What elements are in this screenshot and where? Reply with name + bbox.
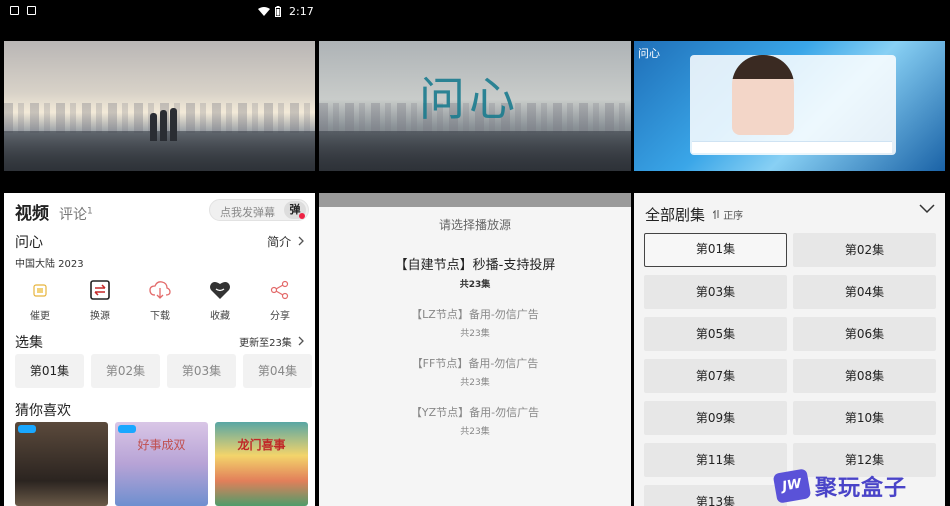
recommend-title: 猜你喜欢 xyxy=(15,403,71,419)
remind-update-icon xyxy=(33,284,47,297)
video-player-2[interactable]: 问心 xyxy=(319,41,631,171)
video-player-1[interactable] xyxy=(4,41,315,171)
episode-chip[interactable]: 第03集 xyxy=(167,354,236,388)
source-option[interactable]: 【FF节点】备用-勿信广告 共23集 xyxy=(319,355,631,388)
tab-video[interactable]: 视频 xyxy=(15,199,49,224)
ad-portrait xyxy=(732,55,794,135)
watermark: JW 聚玩盒子 xyxy=(772,468,908,504)
tab-comment[interactable]: 评论1 xyxy=(59,204,93,224)
watermark-logo-icon: JW xyxy=(772,468,812,504)
all-episodes-panel: 全部剧集 正序 第01集 第02集 第03集 第04集 第05集 第06集 第0… xyxy=(634,193,945,506)
switch-source-button[interactable]: 换源 xyxy=(75,279,125,322)
poster-badge xyxy=(118,425,136,433)
episode-cell[interactable]: 第08集 xyxy=(793,359,936,393)
ad-caption-strip xyxy=(692,141,892,153)
danmu-input[interactable]: 点我发弹幕 弹 xyxy=(209,199,309,221)
episode-cell[interactable]: 第05集 xyxy=(644,317,787,351)
sort-icon xyxy=(712,209,719,219)
dimmed-header xyxy=(319,193,631,207)
notification-icons xyxy=(10,6,36,15)
episode-chip[interactable]: 第01集 xyxy=(15,354,84,388)
episodes-section-title: 选集 xyxy=(15,335,43,351)
favorite-heart-icon xyxy=(210,282,230,299)
source-picker-sheet: 请选择播放源 【自建节点】秒播-支持投屏 共23集 【LZ节点】备用-勿信广告 … xyxy=(319,193,631,506)
collapse-chevron-icon[interactable] xyxy=(919,204,935,214)
battery-icon xyxy=(275,6,281,17)
episode-cell[interactable]: 第01集 xyxy=(644,233,787,267)
switch-source-icon xyxy=(90,280,110,300)
download-icon xyxy=(149,281,171,299)
episode-cell[interactable]: 第07集 xyxy=(644,359,787,393)
source-option[interactable]: 【LZ节点】备用-勿信广告 共23集 xyxy=(319,306,631,339)
status-bar: 2:17 xyxy=(0,0,950,24)
episode-cell[interactable]: 第09集 xyxy=(644,401,787,435)
episode-cell[interactable]: 第04集 xyxy=(793,275,936,309)
source-option[interactable]: 【YZ节点】备用-勿信广告 共23集 xyxy=(319,404,631,437)
video-title: 问心 xyxy=(15,235,43,251)
app-notification-icon xyxy=(27,6,36,15)
episode-chip[interactable]: 第04集 xyxy=(243,354,312,388)
figures xyxy=(150,105,184,141)
video-player-3[interactable]: 问心 xyxy=(634,41,945,171)
download-button[interactable]: 下载 xyxy=(135,279,185,322)
source-picker-title: 请选择播放源 xyxy=(438,218,511,232)
episode-cell[interactable]: 第10集 xyxy=(793,401,936,435)
recommend-poster[interactable]: 龙门喜事 xyxy=(215,422,308,506)
episode-cell[interactable]: 第02集 xyxy=(793,233,936,267)
chevron-right-icon xyxy=(298,236,304,246)
episode-cell[interactable]: 第06集 xyxy=(793,317,936,351)
favorite-button[interactable]: 收藏 xyxy=(195,279,245,322)
wifi-icon xyxy=(258,6,270,16)
show-logo-small: 问心 xyxy=(638,47,660,60)
all-episodes-title: 全部剧集 xyxy=(645,206,706,224)
image-notification-icon xyxy=(10,6,19,15)
danmu-toggle-button[interactable]: 弹 xyxy=(284,201,306,219)
episode-cell[interactable]: 第11集 xyxy=(644,443,787,477)
watermark-text: 聚玩盒子 xyxy=(815,476,908,501)
show-logo: 问心 xyxy=(419,72,519,126)
recommend-poster[interactable]: 好事成双 xyxy=(115,422,208,506)
danmu-status-dot xyxy=(299,213,305,219)
chevron-right-icon xyxy=(298,336,304,346)
danmu-placeholder: 点我发弹幕 xyxy=(220,206,275,219)
episode-grid: 第01集 第02集 第03集 第04集 第05集 第06集 第07集 第08集 … xyxy=(644,233,936,506)
poster-badge xyxy=(18,425,36,433)
detail-panel: 视频 评论1 点我发弹幕 弹 问心 简介 中国大陆 2023 催更 换源 下载 … xyxy=(4,193,315,506)
source-option[interactable]: 【自建节点】秒播-支持投屏 共23集 xyxy=(319,254,631,290)
share-button[interactable]: 分享 xyxy=(255,279,305,322)
recommend-list: 好事成双 龙门喜事 xyxy=(15,422,308,506)
episode-cell[interactable]: 第03集 xyxy=(644,275,787,309)
episode-strip: 第01集 第02集 第03集 第04集 xyxy=(15,354,312,388)
episode-chip[interactable]: 第02集 xyxy=(91,354,160,388)
video-meta: 中国大陆 2023 xyxy=(15,259,84,270)
episodes-more-link[interactable]: 更新至23集 xyxy=(239,334,305,349)
remind-update-button[interactable]: 催更 xyxy=(15,279,65,322)
intro-link[interactable]: 简介 xyxy=(267,233,305,250)
action-bar: 催更 换源 下载 收藏 分享 xyxy=(15,279,305,322)
episode-cell[interactable]: 第13集 xyxy=(644,485,787,506)
sort-toggle[interactable]: 正序 xyxy=(712,207,743,222)
recommend-poster[interactable] xyxy=(15,422,108,506)
share-icon xyxy=(270,280,289,300)
clock: 2:17 xyxy=(289,5,314,18)
